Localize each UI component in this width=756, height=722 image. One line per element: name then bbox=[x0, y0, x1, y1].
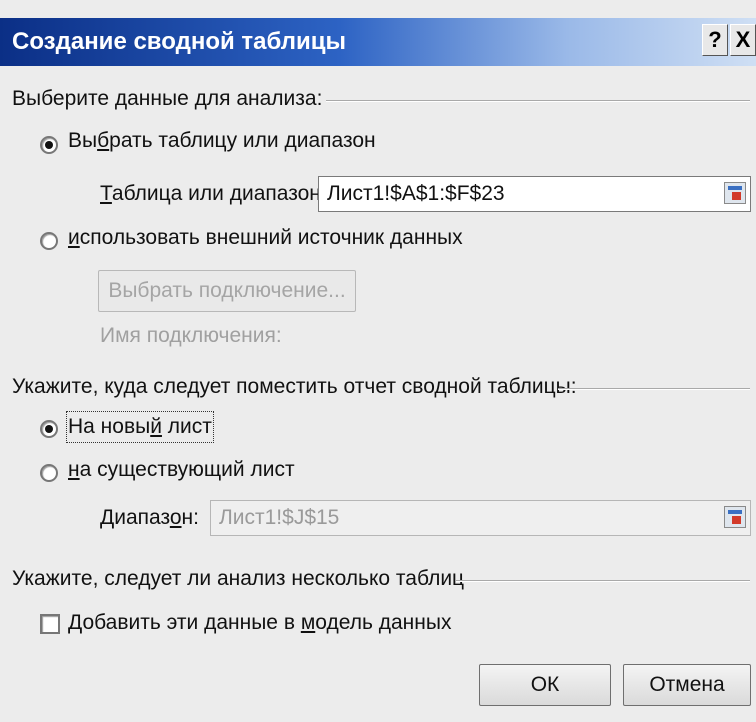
connection-name-label: Имя подключения: bbox=[100, 324, 282, 347]
title-bar[interactable]: Создание сводной таблицы ? X bbox=[0, 18, 756, 66]
radio-external-source[interactable] bbox=[40, 232, 58, 250]
section-location-label: Укажите, куда следует поместить отчет св… bbox=[12, 375, 577, 398]
location-range-label: Диапазон: bbox=[100, 506, 199, 529]
radio-select-table-label[interactable]: Выбрать таблицу или диапазон bbox=[68, 127, 376, 155]
range-select-icon[interactable] bbox=[724, 182, 746, 204]
dialog-title: Создание сводной таблицы bbox=[12, 28, 346, 55]
section-divider bbox=[558, 388, 750, 390]
radio-existing-sheet[interactable] bbox=[40, 464, 58, 482]
table-range-value: Лист1!$A$1:$F$23 bbox=[327, 182, 505, 205]
location-range-input[interactable]: Лист1!$J$15 bbox=[210, 500, 751, 536]
ok-button[interactable]: ОК bbox=[479, 664, 611, 706]
close-button[interactable]: X bbox=[730, 24, 756, 56]
table-range-label: Таблица или диапазон: bbox=[100, 182, 327, 205]
help-button[interactable]: ? bbox=[702, 24, 728, 56]
section-divider bbox=[456, 580, 750, 582]
table-range-input[interactable]: Лист1!$A$1:$F$23 bbox=[318, 176, 751, 212]
radio-external-source-label[interactable]: использовать внешний источник данных bbox=[68, 224, 463, 252]
cancel-button[interactable]: Отмена bbox=[623, 664, 751, 706]
radio-existing-sheet-label[interactable]: на существующий лист bbox=[68, 456, 295, 484]
choose-connection-button[interactable]: Выбрать подключение... bbox=[98, 270, 356, 312]
range-select-icon[interactable] bbox=[724, 506, 746, 528]
radio-new-sheet-label[interactable]: На новый лист bbox=[66, 411, 214, 443]
location-range-value: Лист1!$J$15 bbox=[219, 506, 340, 529]
section-multi-table-label: Укажите, следует ли анализ несколько таб… bbox=[12, 567, 465, 590]
section-choose-data-label: Выберите данные для анализа: bbox=[12, 87, 323, 110]
radio-select-table[interactable] bbox=[40, 136, 58, 154]
section-divider bbox=[326, 100, 750, 102]
pivot-table-dialog: Создание сводной таблицы ? X Выберите да… bbox=[0, 0, 756, 722]
radio-new-sheet[interactable] bbox=[40, 420, 58, 438]
add-to-data-model-label[interactable]: Добавить эти данные в модель данных bbox=[68, 609, 451, 637]
add-to-data-model-checkbox[interactable] bbox=[40, 614, 60, 634]
